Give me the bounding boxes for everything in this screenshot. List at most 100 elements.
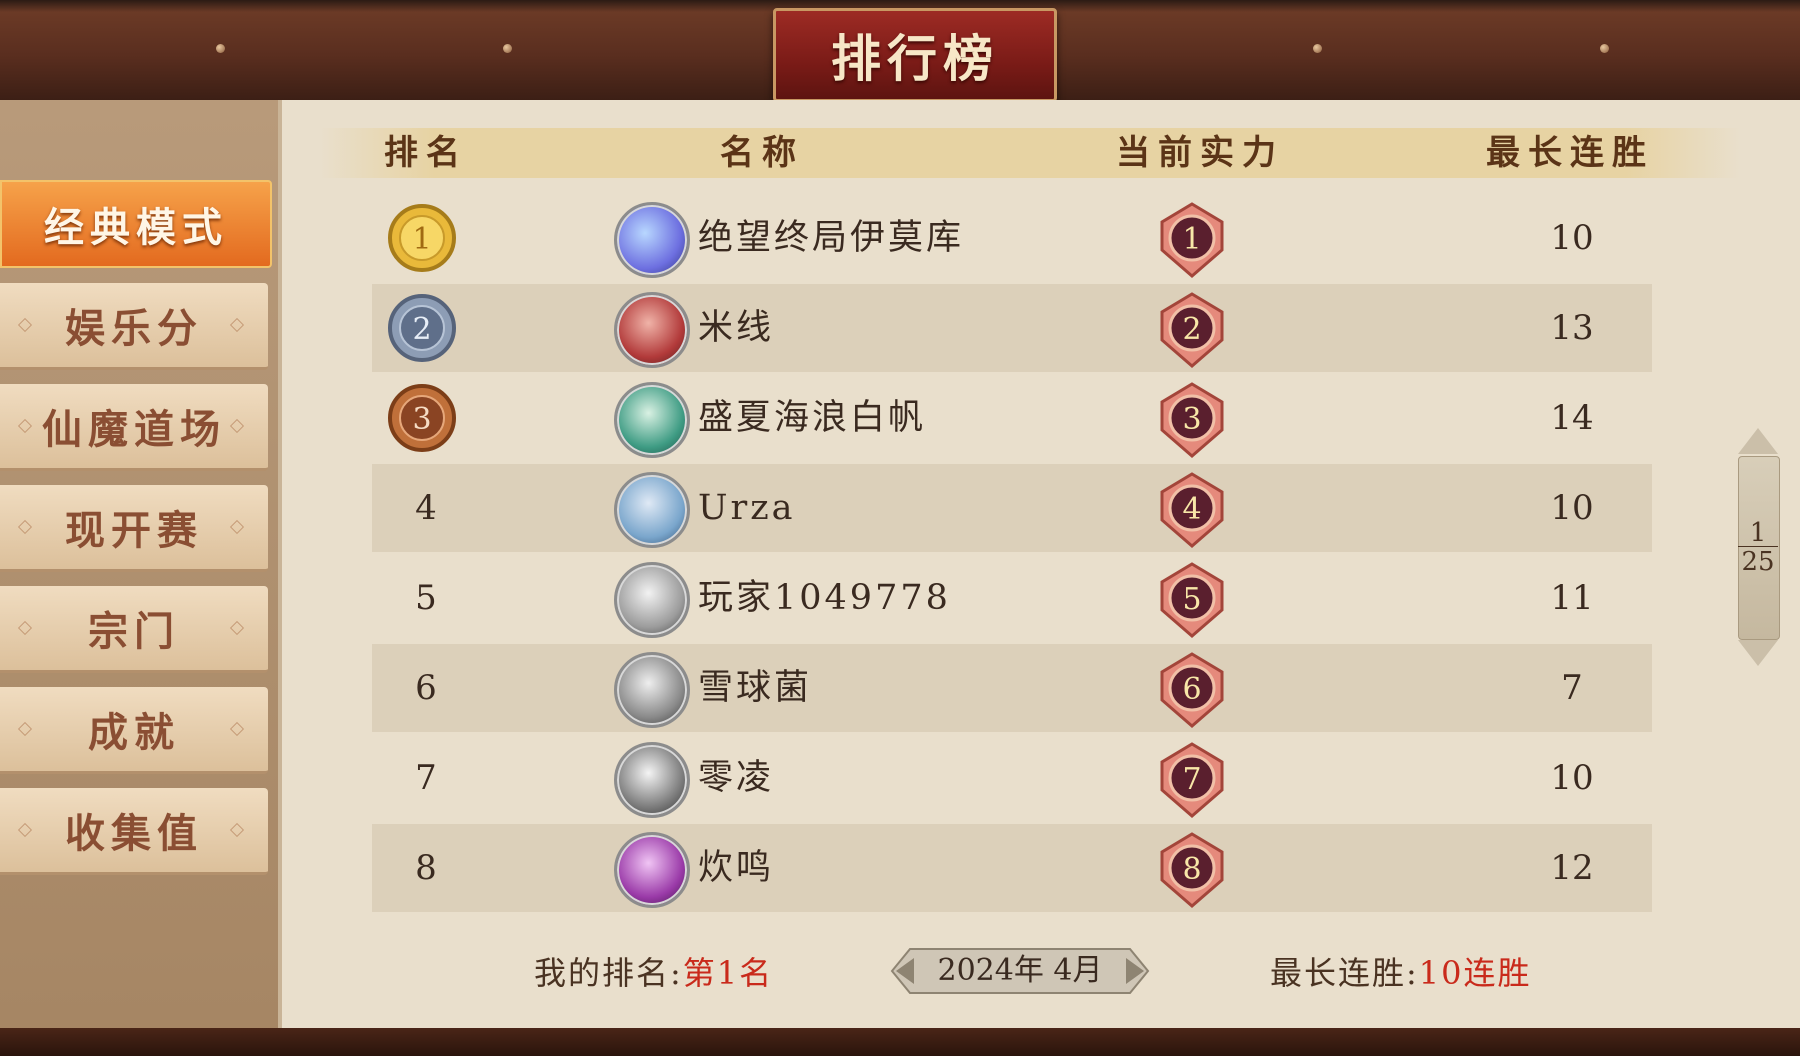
power-number: 7 — [1182, 762, 1201, 797]
my-rank-label: 我的排名: — [534, 954, 683, 992]
tab-label: 收集值 — [65, 810, 203, 857]
date-prev-arrow-icon[interactable] — [896, 958, 914, 984]
bolt-decoration — [1313, 44, 1322, 53]
max-streak: 14 — [1550, 398, 1594, 438]
gold-medal-icon: 1 — [388, 204, 456, 272]
page-scroller[interactable]: 1 25 — [1730, 428, 1786, 668]
power-number: 4 — [1182, 492, 1201, 527]
header-name: 名称 — [720, 133, 804, 173]
my-rank-value: 第1名 — [682, 954, 774, 992]
my-max-streak: 最长连胜:10连胜 — [1270, 948, 1532, 998]
power-badge-icon: 5 — [1160, 562, 1224, 638]
avatar[interactable] — [614, 652, 690, 728]
avatar[interactable] — [614, 562, 690, 638]
medal-number: 3 — [412, 402, 431, 437]
avatar[interactable] — [614, 472, 690, 548]
player-name: 绝望终局伊莫库 — [698, 218, 965, 258]
table-row[interactable]: 5 玩家1049778 5 11 — [372, 554, 1652, 642]
diamond-icon — [229, 418, 245, 434]
page-current: 1 — [1749, 518, 1767, 548]
table-row[interactable]: 3 盛夏海浪白帆 3 14 — [372, 374, 1652, 462]
bottom-bar — [0, 1028, 1800, 1056]
date-next-arrow-icon[interactable] — [1126, 958, 1144, 984]
avatar[interactable] — [614, 202, 690, 278]
date-selector[interactable]: 2024年 4月 — [890, 946, 1150, 996]
avatar[interactable] — [614, 742, 690, 818]
table-row[interactable]: 6 雪球菌 6 7 — [372, 644, 1652, 732]
diamond-icon — [229, 721, 245, 737]
player-name: 玩家1049778 — [698, 578, 951, 618]
tab-label: 成就 — [88, 709, 180, 756]
player-name: 炊鸣 — [698, 848, 775, 888]
bolt-decoration — [216, 44, 225, 53]
max-streak: 13 — [1550, 308, 1594, 348]
tab-sect[interactable]: 宗门 — [0, 586, 268, 673]
table-row[interactable]: 8 炊鸣 8 12 — [372, 824, 1652, 912]
max-streak-label: 最长连胜: — [1270, 954, 1419, 992]
max-streak: 11 — [1550, 578, 1594, 618]
diamond-icon — [229, 317, 245, 333]
player-name: 零凌 — [698, 758, 775, 798]
tab-achievement[interactable]: 成就 — [0, 687, 268, 774]
table-row[interactable]: 1 绝望终局伊莫库 1 10 — [372, 194, 1652, 282]
diamond-icon — [17, 620, 33, 636]
tab-classic-mode[interactable]: 经典模式 — [0, 180, 272, 268]
diamond-icon — [17, 822, 33, 838]
rank-number: 8 — [415, 848, 437, 888]
rank-number: 5 — [415, 578, 437, 618]
tab-open-match[interactable]: 现开赛 — [0, 485, 268, 572]
avatar[interactable] — [614, 382, 690, 458]
diamond-icon — [229, 519, 245, 535]
diamond-icon — [17, 418, 33, 434]
diamond-icon — [17, 317, 33, 333]
rank-number: 6 — [415, 668, 437, 708]
bronze-medal-icon: 3 — [388, 384, 456, 452]
power-badge-icon: 6 — [1160, 652, 1224, 728]
power-number: 8 — [1182, 852, 1201, 887]
bolt-decoration — [503, 44, 512, 53]
title-plaque: 排行榜 — [773, 8, 1057, 102]
max-streak: 10 — [1550, 488, 1594, 528]
power-number: 2 — [1182, 312, 1201, 347]
power-badge-icon: 2 — [1160, 292, 1224, 368]
scroll-up-icon[interactable] — [1738, 428, 1778, 454]
power-number: 1 — [1182, 222, 1201, 257]
tab-label: 仙魔道场 — [42, 406, 226, 453]
header-max-streak: 最长连胜 — [1486, 133, 1654, 173]
avatar[interactable] — [614, 832, 690, 908]
my-rank: 我的排名:第1名 — [534, 948, 773, 998]
page-title: 排行榜 — [831, 29, 999, 88]
diamond-icon — [229, 620, 245, 636]
diamond-icon — [17, 519, 33, 535]
rank-number: 7 — [415, 758, 437, 798]
bolt-decoration — [1600, 44, 1609, 53]
table-row[interactable]: 2 米线 2 13 — [372, 284, 1652, 372]
tab-label: 现开赛 — [65, 507, 203, 554]
table-row[interactable]: 4 Urza 4 10 — [372, 464, 1652, 552]
silver-medal-icon: 2 — [388, 294, 456, 362]
max-streak: 12 — [1550, 848, 1594, 888]
tab-entertainment-score[interactable]: 娱乐分 — [0, 283, 268, 370]
tab-xianmo-arena[interactable]: 仙魔道场 — [0, 384, 268, 471]
tab-collection[interactable]: 收集值 — [0, 788, 268, 875]
table-row[interactable]: 7 零凌 7 10 — [372, 734, 1652, 822]
rank-number: 4 — [415, 488, 437, 528]
player-name: 盛夏海浪白帆 — [698, 398, 927, 438]
power-number: 5 — [1182, 582, 1201, 617]
max-streak: 10 — [1550, 218, 1594, 258]
player-name: 米线 — [698, 308, 775, 348]
power-badge-icon: 7 — [1160, 742, 1224, 818]
max-streak-value: 10连胜 — [1418, 954, 1532, 992]
power-badge-icon: 3 — [1160, 382, 1224, 458]
medal-number: 1 — [412, 222, 431, 257]
max-streak: 10 — [1550, 758, 1594, 798]
max-streak: 7 — [1561, 668, 1583, 708]
power-badge-icon: 4 — [1160, 472, 1224, 548]
avatar[interactable] — [614, 292, 690, 368]
player-name: 雪球菌 — [698, 668, 813, 708]
diamond-icon — [229, 822, 245, 838]
page-total: 25 — [1738, 546, 1778, 577]
scroll-down-icon[interactable] — [1738, 640, 1778, 666]
power-number: 3 — [1182, 402, 1201, 437]
power-badge-icon: 8 — [1160, 832, 1224, 908]
